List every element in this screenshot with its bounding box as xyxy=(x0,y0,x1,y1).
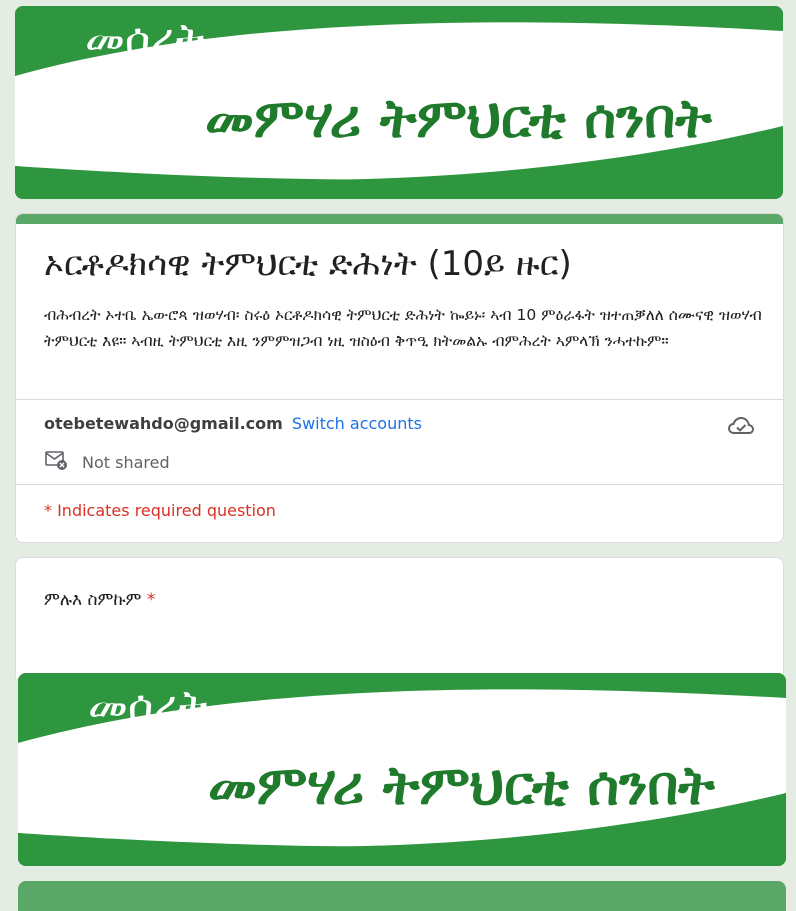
next-card-accent-bar xyxy=(18,881,786,911)
not-shared-label: Not shared xyxy=(82,452,170,472)
question-card: ምሉእ ስምኩም * xyxy=(15,557,784,678)
mail-not-shared-icon xyxy=(44,449,68,475)
header-banner-duplicate: መሰረት መምሃሪ ትምህርቲ ሰንበት xyxy=(18,673,786,866)
required-note: * Indicates required question xyxy=(44,501,276,520)
banner-small-text: መሰረት xyxy=(85,14,205,65)
divider xyxy=(16,399,783,400)
question-text: ምሉእ ስምኩም xyxy=(44,590,142,610)
divider xyxy=(16,484,783,485)
banner-big-text: መምሃሪ ትምህርቲ ሰንበት xyxy=(205,86,712,150)
account-row: otebetewahdo@gmail.com Switch accounts xyxy=(44,414,422,433)
required-asterisk: * xyxy=(146,590,156,610)
form-title-card: ኦርቶዶክሳዊ ትምህርቲ ድሕነት (10ይ ዙር) ብሕብረት ኦተቤ ኤው… xyxy=(15,213,784,543)
not-shared-row: Not shared xyxy=(44,449,170,475)
question-label: ምሉእ ስምኩም * xyxy=(44,590,155,610)
switch-accounts-link[interactable]: Switch accounts xyxy=(292,414,422,433)
form-description: ብሕብረት ኦተቤ ኤውሮጳ ዝወሃብ፡ ስሩዕ ኦርቶዶክሳዊ ትምህርቲ ድ… xyxy=(44,306,762,350)
account-email: otebetewahdo@gmail.com xyxy=(44,414,283,433)
header-banner: መሰረት መምሃሪ ትምህርቲ ሰንበት xyxy=(15,6,783,199)
title-card-accent-bar xyxy=(16,214,783,224)
cloud-check-icon xyxy=(727,414,755,442)
banner-small-text: መሰረት xyxy=(88,681,208,732)
banner-big-text: መምሃሪ ትምህርቲ ሰንበት xyxy=(208,753,715,817)
form-title: ኦርቶዶክሳዊ ትምህርቲ ድሕነት (10ይ ዙር) xyxy=(44,244,572,284)
